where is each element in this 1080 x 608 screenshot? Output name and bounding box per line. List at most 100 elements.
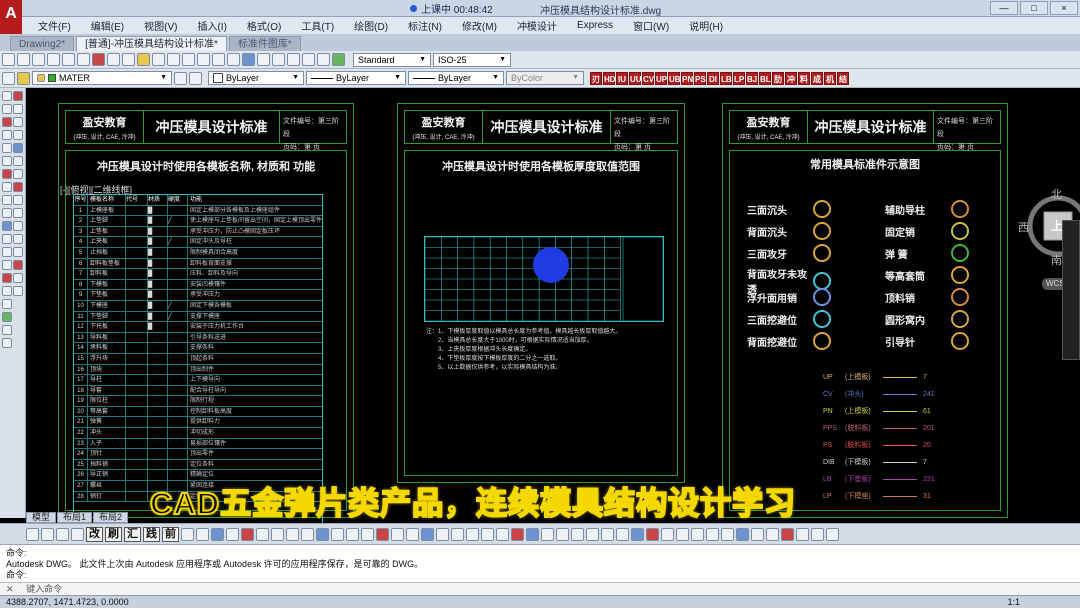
dim-style-select[interactable]: ISO-25 ▼	[433, 52, 511, 67]
markup-icon[interactable]	[302, 53, 315, 66]
cut-icon[interactable]	[92, 53, 105, 66]
hatch-icon[interactable]	[2, 273, 12, 283]
region-icon[interactable]	[2, 299, 12, 309]
menu-express[interactable]: Express	[567, 20, 623, 31]
menu-edit[interactable]: 编辑(E)	[81, 18, 134, 33]
copy-icon[interactable]	[107, 53, 120, 66]
die-tool-button[interactable]: BJ	[746, 71, 758, 85]
menu-window[interactable]: 窗口(W)	[623, 18, 679, 33]
die-tool-button[interactable]: PS	[694, 71, 706, 85]
quick-tool-icon[interactable]	[781, 527, 794, 541]
ellipse-arc-icon[interactable]	[2, 221, 12, 231]
menu-file[interactable]: 文件(F)	[28, 18, 81, 33]
mirror-icon[interactable]	[13, 117, 23, 127]
menu-dimension[interactable]: 标注(N)	[398, 18, 452, 33]
annotation-scale[interactable]: 1:1	[1007, 596, 1020, 608]
quick-tool-icon[interactable]	[181, 527, 194, 541]
revision-cloud-icon[interactable]	[2, 182, 12, 192]
paste-icon[interactable]	[122, 53, 135, 66]
quick-tool-icon[interactable]	[451, 527, 464, 541]
trim-icon[interactable]	[13, 208, 23, 218]
zoom-previous-icon[interactable]	[227, 53, 240, 66]
quick-tool-icon[interactable]	[346, 527, 359, 541]
make-block-icon[interactable]	[2, 247, 12, 257]
die-tool-button[interactable]: BL	[759, 71, 771, 85]
quick-tool-icon[interactable]	[511, 527, 524, 541]
pan-icon[interactable]	[182, 53, 195, 66]
rectangle-icon[interactable]	[2, 143, 12, 153]
die-tool-button[interactable]: UB	[668, 71, 681, 85]
die-tool-button[interactable]: 成	[811, 71, 823, 85]
tab-standard-library[interactable]: 标准件图库*	[228, 36, 301, 51]
drawing-canvas[interactable]: 盈安教育 (冲压, 设计, CAE, 冷冲) 冲压模具设计标准 文件编号：第三阶…	[26, 88, 1080, 534]
layer-select[interactable]: MATER ▼	[32, 71, 172, 85]
quick-tool-icon[interactable]	[196, 527, 209, 541]
properties-icon[interactable]	[242, 53, 255, 66]
redo-icon[interactable]	[167, 53, 180, 66]
save-icon[interactable]	[32, 53, 45, 66]
menu-die-design[interactable]: 冲模设计	[507, 18, 567, 33]
app-logo-icon[interactable]: A	[0, 0, 22, 34]
linetype-select[interactable]: ByLayer ▼	[306, 71, 406, 85]
quick-tool-icon[interactable]	[391, 527, 404, 541]
quick-tool-icon[interactable]	[361, 527, 374, 541]
tool-palettes-icon[interactable]	[272, 53, 285, 66]
publish-icon[interactable]	[77, 53, 90, 66]
vertical-scrollbar[interactable]	[1062, 220, 1080, 360]
die-tool-button[interactable]: UU	[629, 71, 642, 85]
quick-tool-icon[interactable]	[661, 527, 674, 541]
tab-stamping-standard[interactable]: [普通]-冲压模具结构设计标准*	[76, 36, 227, 51]
bulb-icon[interactable]	[17, 71, 30, 85]
menu-format[interactable]: 格式(O)	[237, 18, 291, 33]
nav-prev-icon[interactable]	[41, 527, 54, 541]
minimize-button[interactable]: —	[990, 1, 1018, 15]
close-icon[interactable]: ✕	[6, 584, 14, 594]
quick-tool-icon[interactable]	[301, 527, 314, 541]
maximize-button[interactable]: □	[1020, 1, 1048, 15]
design-center-icon[interactable]	[257, 53, 270, 66]
ellipse-icon[interactable]	[2, 208, 12, 218]
stretch-icon[interactable]	[13, 195, 23, 205]
layer-previous-icon[interactable]	[189, 71, 202, 85]
nav-last-icon[interactable]	[71, 527, 84, 541]
quick-tool-icon[interactable]	[796, 527, 809, 541]
offset-icon[interactable]	[13, 130, 23, 140]
copy-object-icon[interactable]	[13, 104, 23, 114]
quick-tool-icon[interactable]	[331, 527, 344, 541]
calculator-icon[interactable]	[317, 53, 330, 66]
menu-insert[interactable]: 插入(I)	[187, 18, 236, 33]
menu-tools[interactable]: 工具(T)	[291, 18, 344, 33]
quick-tool-icon[interactable]	[811, 527, 824, 541]
quick-tool-icon[interactable]	[571, 527, 584, 541]
die-tool-button[interactable]: 料	[798, 71, 810, 85]
die-tool-button[interactable]: IU	[616, 71, 628, 85]
color-select[interactable]: ByLayer ▼	[208, 71, 304, 85]
menu-modify[interactable]: 修改(M)	[452, 18, 507, 33]
array-icon[interactable]	[13, 143, 23, 153]
layer-manager-icon[interactable]	[2, 71, 15, 85]
die-tool-button[interactable]: UP	[655, 71, 667, 85]
die-tool-button[interactable]: 结	[837, 71, 849, 85]
quick-tool-icon[interactable]	[406, 527, 419, 541]
match-properties-icon[interactable]	[137, 53, 150, 66]
quick-tool-icon[interactable]	[376, 527, 389, 541]
quick-tool-icon[interactable]	[631, 527, 644, 541]
quick-tool-icon[interactable]	[646, 527, 659, 541]
point-icon[interactable]	[2, 260, 12, 270]
spline-icon[interactable]	[2, 195, 12, 205]
quick-tool-icon[interactable]	[436, 527, 449, 541]
quick-tool-change[interactable]: 改	[86, 526, 103, 542]
command-input[interactable]: ✕ 键入命令	[0, 582, 1080, 595]
open-icon[interactable]	[17, 53, 30, 66]
quick-tool-icon[interactable]	[226, 527, 239, 541]
new-icon[interactable]	[2, 53, 15, 66]
quick-tool-icon[interactable]	[586, 527, 599, 541]
quick-tool-summary[interactable]: 汇	[124, 526, 141, 542]
multiline-text-icon[interactable]	[2, 325, 12, 335]
tab-layout1[interactable]: 布局1	[57, 512, 93, 523]
tab-model[interactable]: 模型	[26, 512, 57, 523]
nav-first-icon[interactable]	[26, 527, 39, 541]
close-button[interactable]: ×	[1050, 1, 1078, 15]
lineweight-select[interactable]: ByLayer ▼	[408, 71, 504, 85]
circle-icon[interactable]	[2, 169, 12, 179]
